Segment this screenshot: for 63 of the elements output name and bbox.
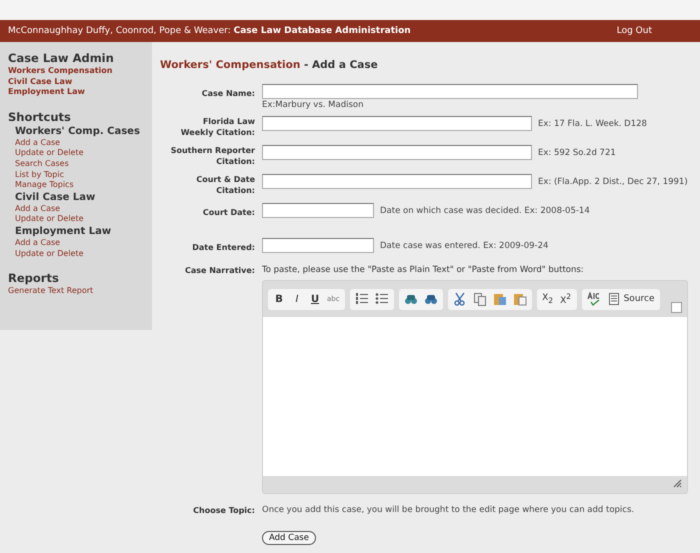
clipboard-icon	[512, 292, 527, 306]
sidebar-heading: Shortcuts	[8, 110, 72, 125]
bullet-list-icon	[374, 292, 389, 306]
sidebar-link[interactable]: Update or Delete	[8, 248, 152, 260]
sidebar-link[interactable]: Update or Delete	[8, 214, 152, 225]
text-field[interactable]	[262, 203, 374, 218]
sidebar-link[interactable]: Search Cases	[8, 158, 152, 170]
sidebar-link[interactable]: Add a Case	[8, 238, 152, 249]
topic-note: Once you add this case, you will be brought to the edit page where you can add topics.	[262, 505, 634, 515]
sidebar-link[interactable]: Generate Text Report	[8, 286, 152, 297]
sidebar-subheading: Civil Case Law	[14, 190, 96, 204]
sidebar-link[interactable]: Civil Case Law	[8, 76, 152, 88]
text-field[interactable]	[262, 84, 638, 99]
sidebar-link[interactable]: Manage Topics	[8, 180, 152, 191]
underline-button[interactable]: U	[307, 290, 323, 308]
sidebar-heading: Reports	[8, 271, 60, 286]
field-label: Case Narrative:	[184, 265, 255, 276]
resize-handle-icon[interactable]	[673, 479, 682, 488]
sidebar-link[interactable]: Update or Delete	[8, 148, 152, 159]
field-hint: Ex: 17 Fla. L. Week. D128	[538, 118, 647, 129]
field-label: Southern Reporter Citation:	[170, 145, 255, 167]
field-label: Florida Law Weekly Citation:	[180, 116, 255, 138]
superscript-button[interactable]: X$^{2}$	[558, 290, 574, 308]
sidebar-link[interactable]: Add a Case	[8, 138, 152, 148]
binoculars-icon	[424, 292, 438, 306]
field-hint: Ex:Marbury vs. Madison	[262, 100, 364, 110]
subscript-button[interactable]: X$_{2}$	[540, 290, 556, 308]
page-title: Workers' Compensation - Add a Case	[160, 59, 379, 71]
field-label: Date Entered:	[191, 242, 255, 253]
numbered-list-icon	[354, 292, 369, 306]
text-field[interactable]	[262, 116, 532, 131]
sidebar-heading: Case Law Admin	[8, 51, 115, 66]
field-hint: Ex: 592 So.2d 721	[538, 148, 616, 158]
sidebar-link[interactable]: Add a Case	[8, 204, 152, 214]
sidebar-subheading: Employment Law	[14, 224, 112, 238]
field-hint: Date on which case was decided. Ex: 2008-05-14	[380, 206, 590, 216]
binoculars-icon	[404, 292, 418, 306]
logout-link[interactable]: Log Out	[616, 26, 652, 36]
text-field[interactable]	[262, 145, 532, 160]
field-hint: Date case was entered. Ex: 2009-09-24	[380, 240, 548, 251]
source-button[interactable]: Source	[604, 290, 657, 308]
scissors-icon	[452, 292, 467, 306]
field-label: Choose Topic:	[192, 505, 255, 516]
add-case-button[interactable]: Add Case	[262, 531, 316, 545]
sidebar-subheading: Workers' Comp. Cases	[14, 124, 141, 138]
text-field[interactable]	[262, 174, 532, 189]
field-hint: Ex: (Fla.App. 2 Dist., Dec 27, 1991)	[538, 176, 688, 187]
field-label: Court & Date Citation:	[195, 174, 255, 196]
bold-button[interactable]: B	[271, 290, 287, 308]
field-label: Case Name:	[200, 88, 255, 99]
sidebar-link[interactable]: Employment Law	[8, 87, 152, 98]
sidebar-link[interactable]: Workers Compensation	[8, 66, 152, 77]
sidebar-link[interactable]: List by Topic	[8, 170, 152, 180]
field-label: Court Date:	[202, 207, 255, 218]
paste-note: To paste, please use the "Paste as Plain Text" or "Paste from Word" buttons:	[262, 265, 585, 275]
document-icon	[606, 292, 621, 306]
text-field[interactable]	[262, 238, 374, 253]
spellcheck-icon	[586, 292, 601, 306]
italic-button[interactable]: I	[289, 290, 305, 308]
header-title: McConnaughhay Duffy, Coonrod, Pope & Weaver: Case Law Database Administration	[8, 26, 411, 36]
copy-icon	[472, 292, 487, 306]
collapse-toolbar-button[interactable]	[671, 302, 682, 313]
clipboard-icon	[492, 292, 507, 306]
